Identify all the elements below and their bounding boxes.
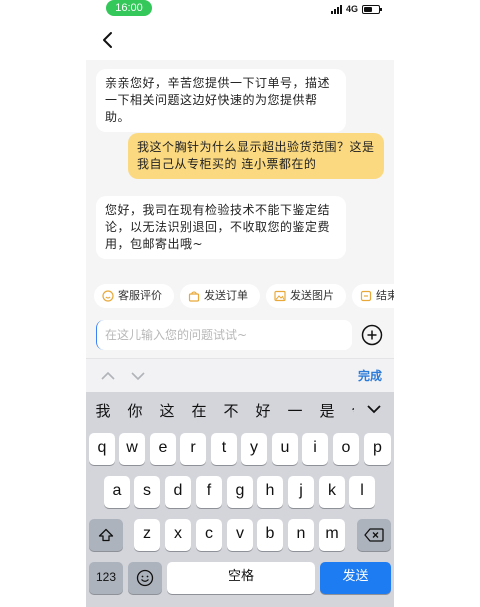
space-key[interactable]: 空格 [167,562,315,594]
key-r[interactable]: r [180,433,206,465]
chip-label: 发送图片 [290,289,334,302]
message-bubble-agent: 亲亲您好，辛苦您提供一下订单号，描述一下相关问题这边好快速的为您提供帮助。 [96,69,346,132]
key-z[interactable]: z [134,519,160,551]
key-e[interactable]: e [150,433,176,465]
key-g[interactable]: g [227,476,253,508]
key-d[interactable]: d [165,476,191,508]
candidate[interactable]: 不 [220,400,242,421]
key-q[interactable]: q [89,433,115,465]
key-t[interactable]: t [211,433,237,465]
candidate[interactable]: 一 [284,400,306,421]
add-attachment-button[interactable] [361,324,383,346]
candidate[interactable]: 你 [124,400,146,421]
key-f[interactable]: f [196,476,222,508]
plus-circle-icon [361,324,383,346]
key-p[interactable]: p [364,433,391,465]
send-key[interactable]: 发送 [320,562,391,594]
candidate[interactable]: 这 [156,400,178,421]
key-c[interactable]: c [196,519,222,551]
send-order-button[interactable]: 发送订单 [180,284,260,308]
message-bubble-agent: 您好，我司在现有检验技术不能下鉴定结论，以无法识别退回，不收取您的鉴定费用，包邮… [96,196,346,259]
end-icon [360,290,372,302]
candidate[interactable]: 我 [92,400,114,421]
chip-label: 结束 [376,289,394,302]
key-i[interactable]: i [302,433,328,465]
key-j[interactable]: j [288,476,314,508]
chat-area[interactable]: 亲亲您好，辛苦您提供一下订单号，描述一下相关问题这边好快速的为您提供帮助。 我这… [86,60,394,275]
image-icon [274,290,286,302]
input-row [86,316,394,354]
backspace-icon [364,528,384,542]
back-button[interactable] [96,28,120,52]
key-v[interactable]: v [227,519,253,551]
chevron-up-icon[interactable] [100,368,116,384]
signal-icon [330,4,342,14]
chevron-down-icon [367,405,381,414]
key-k[interactable]: k [319,476,345,508]
status-time: 16:00 [106,0,152,16]
rate-service-button[interactable]: 客服评价 [94,284,174,308]
status-indicators: 4G [330,3,382,15]
bag-icon [188,291,200,302]
key-s[interactable]: s [134,476,160,508]
key-w[interactable]: w [119,433,145,465]
chevron-down-icon[interactable] [130,368,146,384]
candidate[interactable]: 是 [316,400,338,421]
emoji-key[interactable] [128,562,162,594]
nav-bar [86,20,394,60]
key-m[interactable]: m [319,519,345,551]
message-input[interactable] [96,320,352,350]
key-h[interactable]: h [257,476,283,508]
key-n[interactable]: n [288,519,314,551]
shift-key[interactable] [89,519,123,551]
quick-action-bar: 客服评价 发送订单 发送图片 结束 [86,281,394,311]
status-bar: 16:00 4G [86,0,394,20]
key-a[interactable]: a [104,476,130,508]
keyboard: 我 你 这 在 不 好 一 是 今 q w e r t y u i o p a … [86,392,394,607]
candidate[interactable]: 在 [188,400,210,421]
keyboard-accessory-bar: 完成 [86,358,394,392]
key-x[interactable]: x [165,519,191,551]
candidate[interactable]: 好 [252,400,274,421]
key-y[interactable]: y [241,433,267,465]
send-image-button[interactable]: 发送图片 [266,284,346,308]
end-chat-button[interactable]: 结束 [352,284,394,308]
candidate-bar: 我 你 这 在 不 好 一 是 今 [86,392,394,426]
chip-label: 发送订单 [204,289,248,302]
key-l[interactable]: l [349,476,375,508]
expand-candidates-button[interactable] [354,392,394,426]
backspace-key[interactable] [357,519,391,551]
done-button[interactable]: 完成 [358,367,382,384]
chip-label: 客服评价 [118,289,162,302]
network-label: 4G [345,4,358,14]
key-u[interactable]: u [272,433,298,465]
emoji-icon [136,569,154,587]
battery-icon [362,4,382,14]
chevron-left-icon [103,32,112,48]
key-o[interactable]: o [333,433,359,465]
phone-screen: 16:00 4G 亲亲您好，辛苦您提供一下订单号，描述一下相关问题这边好快速的为… [86,0,394,607]
message-bubble-user: 我这个胸针为什么显示超出验货范围？这是我自己从专柜买的 连小票都在的 [128,133,384,179]
smiley-icon [102,290,114,302]
numbers-key[interactable]: 123 [89,562,123,594]
key-b[interactable]: b [257,519,283,551]
shift-icon [98,528,114,542]
